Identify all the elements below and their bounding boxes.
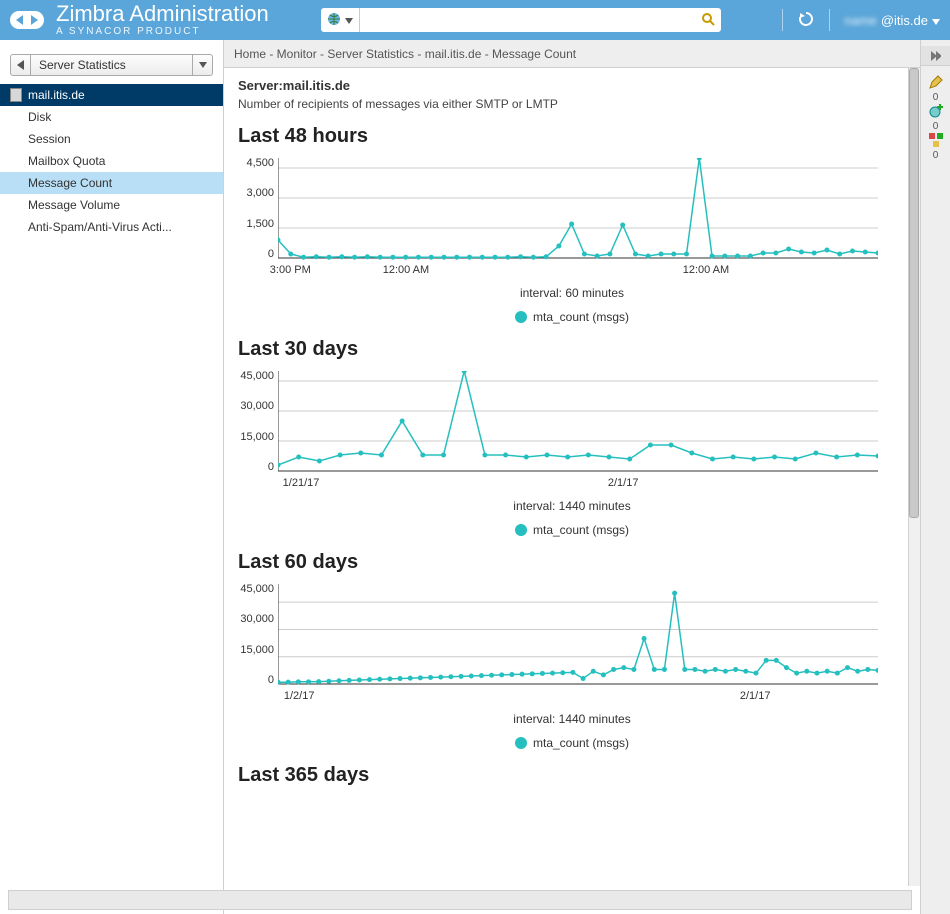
chart: 45,00030,00015,00001/21/172/1/17 [278,371,878,491]
sidebar-server-node[interactable]: mail.itis.de [0,84,223,106]
sidebar-item-mailbox-quota[interactable]: Mailbox Quota [0,150,223,172]
divider [829,9,830,31]
page-description: Number of recipients of messages via eit… [238,97,906,111]
chart-x-label: 1/2/17 [284,690,315,702]
chart-section-title: Last 60 days [238,551,906,574]
chart-x-label: 1/21/17 [283,477,320,489]
tool-badge: 0 [933,92,939,103]
sidebar-crumb-dropdown[interactable] [192,55,212,75]
sidebar-item-disk[interactable]: Disk [0,106,223,128]
right-tool-blocks[interactable]: 0 [928,132,944,161]
chevron-down-icon [932,13,940,28]
chart-y-labels: 45,00030,00015,0000 [230,584,274,686]
right-tool-strip: 0 0 0 [920,40,950,914]
legend-dot-icon [515,737,527,749]
sidebar-item-anti-spam-anti-virus-acti-[interactable]: Anti-Spam/Anti-Virus Acti... [0,216,223,238]
brand-title: Zimbra Administration [56,3,269,25]
search-submit-button[interactable] [695,12,721,29]
content-area: Server:mail.itis.de Number of recipients… [224,68,920,914]
search-box [321,8,721,32]
tool-badge: 0 [933,121,939,132]
app-header: Zimbra Administration A SYNACOR PRODUCT … [0,0,950,40]
nav-arrows [10,11,44,29]
nav-back-icon[interactable] [16,15,24,25]
chart-section-title: Last 30 days [238,338,906,361]
blocks-icon [928,132,944,148]
chart-x-label: 2/1/17 [608,477,639,489]
legend-dot-icon [515,524,527,536]
brand-subtitle: A SYNACOR PRODUCT [56,27,269,37]
nav-forward-icon[interactable] [30,15,38,25]
chart-legend: mta_count (msgs) [238,523,906,537]
search-scope-button[interactable] [321,8,360,32]
user-domain: @itis.de [881,13,928,28]
globe-icon [327,12,341,29]
tool-badge: 0 [933,150,939,161]
chart: 45,00030,00015,00001/2/172/1/17 [278,584,878,704]
sidebar-item-message-volume[interactable]: Message Volume [0,194,223,216]
legend-label: mta_count (msgs) [533,310,629,324]
collapse-right-panel-button[interactable] [921,46,950,66]
legend-label: mta_count (msgs) [533,523,629,537]
sidebar-crumb-label: Server Statistics [31,58,192,72]
sidebar-tree: mail.itis.de DiskSessionMailbox QuotaMes… [0,84,223,914]
right-tool-pencil[interactable]: 0 [928,74,944,103]
chart-section-title: Last 365 days [238,764,906,787]
status-bar [8,890,912,910]
breadcrumb: Home - Monitor - Server Statistics - mai… [224,40,920,68]
pencil-icon [928,74,944,90]
chart-interval-label: interval: 1440 minutes [238,499,906,513]
chart-x-label: 12:00 AM [683,264,729,276]
chart-legend: mta_count (msgs) [238,310,906,324]
search-icon [701,12,715,29]
chart-section-title: Last 48 hours [238,125,906,148]
chart-interval-label: interval: 60 minutes [238,286,906,300]
chart-y-labels: 45,00030,00015,0000 [230,371,274,473]
cog-plus-icon [928,103,944,119]
sidebar-crumb: Server Statistics [10,54,213,76]
header-right: name @itis.de [782,9,940,31]
sidebar: Server Statistics mail.itis.de DiskSessi… [0,40,224,914]
search-input[interactable] [360,8,695,32]
user-name-blurred: name [844,13,877,28]
divider [782,9,783,31]
chart-y-labels: 4,5003,0001,5000 [230,158,274,260]
sidebar-server-label: mail.itis.de [28,88,85,102]
chevron-down-icon [345,13,353,27]
content-scrollbar[interactable] [908,68,920,886]
refresh-button[interactable] [797,10,815,31]
legend-label: mta_count (msgs) [533,736,629,750]
chart-x-label: 2/1/17 [740,690,771,702]
server-heading: Server:mail.itis.de [238,78,906,93]
sidebar-item-message-count[interactable]: Message Count [0,172,223,194]
chart: 4,5003,0001,50003:00 PM12:00 AM12:00 AM [278,158,878,278]
sidebar-item-session[interactable]: Session [0,128,223,150]
sidebar-back-button[interactable] [11,55,31,75]
chart-legend: mta_count (msgs) [238,736,906,750]
chart-x-label: 3:00 PM [270,264,311,276]
user-menu[interactable]: name @itis.de [844,13,940,28]
right-tool-cog-plus[interactable]: 0 [928,103,944,132]
brand: Zimbra Administration A SYNACOR PRODUCT [56,3,269,37]
legend-dot-icon [515,311,527,323]
chart-interval-label: interval: 1440 minutes [238,712,906,726]
server-icon [10,88,22,102]
chart-x-label: 12:00 AM [383,264,429,276]
